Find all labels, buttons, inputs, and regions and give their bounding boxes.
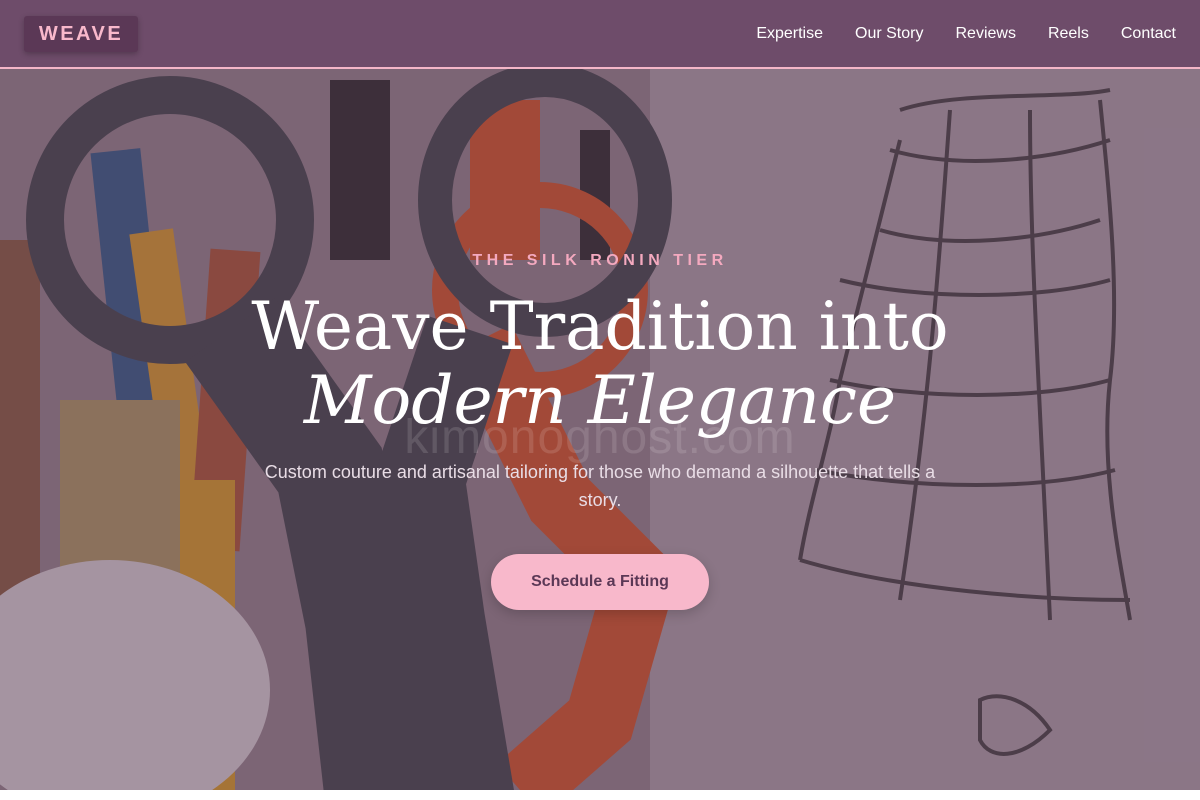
hero-content: THE SILK RONIN TIER Weave Tradition into…	[0, 0, 1200, 800]
nav-link-reels[interactable]: Reels	[1048, 25, 1089, 43]
nav-link-our-story[interactable]: Our Story	[855, 25, 923, 43]
nav-link-reviews[interactable]: Reviews	[955, 25, 1015, 43]
top-navbar: WEAVE Expertise Our Story Reviews Reels …	[0, 0, 1200, 69]
nav-links: Expertise Our Story Reviews Reels Contac…	[756, 0, 1176, 68]
nav-link-contact[interactable]: Contact	[1121, 25, 1176, 43]
watermark-text: kimonoghost.com	[404, 411, 796, 464]
schedule-fitting-button[interactable]: Schedule a Fitting	[491, 554, 709, 610]
hero-subtitle: Custom couture and artisanal tailoring f…	[264, 462, 936, 510]
headline-line-1: Weave Tradition into	[251, 288, 949, 365]
nav-link-expertise[interactable]: Expertise	[756, 25, 823, 43]
hero-eyebrow: THE SILK RONIN TIER	[472, 252, 728, 269]
brand-logo[interactable]: WEAVE	[24, 16, 138, 52]
